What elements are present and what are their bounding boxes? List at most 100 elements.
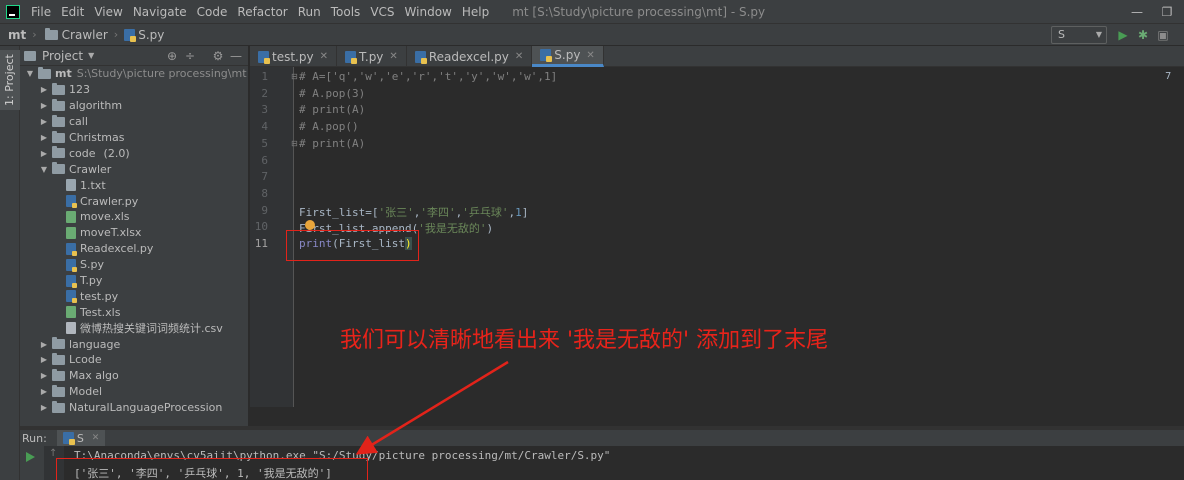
- tree-item[interactable]: ▶ 123: [20, 82, 248, 98]
- menu-code[interactable]: Code: [192, 0, 233, 24]
- editor-tab[interactable]: S.py ✕: [532, 46, 604, 67]
- pycharm-logo-icon: [6, 4, 20, 19]
- tree-item[interactable]: Crawler.py: [20, 193, 248, 209]
- project-panel-title[interactable]: Project: [42, 49, 83, 63]
- tree-item-label: 1.txt: [80, 178, 106, 192]
- tree-item[interactable]: test.py: [20, 288, 248, 304]
- tree-item[interactable]: 1.txt: [20, 177, 248, 193]
- fold-icon[interactable]: ⊟: [291, 72, 298, 81]
- tree-item[interactable]: 微博热搜关键词词频统计.csv: [20, 320, 248, 336]
- tree-item[interactable]: Test.xls: [20, 304, 248, 320]
- menu-run[interactable]: Run: [293, 0, 326, 24]
- debug-icon[interactable]: ✱: [1135, 27, 1151, 43]
- tree-item-label: algorithm: [69, 99, 123, 113]
- collapse-all-icon[interactable]: ÷: [182, 48, 198, 64]
- tree-item[interactable]: ▶ call: [20, 114, 248, 130]
- menu-window[interactable]: Window: [400, 0, 457, 24]
- editor-tab[interactable]: test.py ✕: [250, 46, 337, 67]
- tree-item-label: move.xls: [80, 210, 130, 224]
- fold-icon[interactable]: ⊟: [291, 139, 298, 148]
- chevron-right-icon[interactable]: ▶: [38, 117, 50, 126]
- project-panel-header: Project ▼ ⊕ ÷ ⚙ —: [20, 46, 248, 66]
- run-tab[interactable]: S ✕: [56, 430, 106, 446]
- close-icon[interactable]: ✕: [92, 433, 100, 443]
- close-icon[interactable]: ✕: [515, 51, 523, 62]
- chevron-right-icon[interactable]: ▶: [38, 101, 50, 110]
- tree-item-label: Model: [69, 385, 103, 399]
- chevron-right-icon[interactable]: ▶: [38, 340, 50, 349]
- menu-vcs[interactable]: VCS: [365, 0, 399, 24]
- line-number: 1: [261, 70, 268, 83]
- code-editor[interactable]: 7 # A=['q','w','e','r','t','y','w','w',1…: [291, 67, 1184, 407]
- tree-item[interactable]: ▶ Model: [20, 384, 248, 400]
- tree-item[interactable]: ▶ code (2.0): [20, 145, 248, 161]
- chevron-right-icon[interactable]: ▶: [38, 85, 50, 94]
- menu-tools[interactable]: Tools: [326, 0, 366, 24]
- tree-item[interactable]: ▶ algorithm: [20, 98, 248, 114]
- tree-root[interactable]: ▼ mt S:\Study\picture processing\mt: [20, 66, 248, 82]
- menu-file[interactable]: File: [26, 0, 56, 24]
- close-icon[interactable]: ✕: [320, 51, 328, 62]
- chevron-right-icon[interactable]: ▶: [38, 387, 50, 396]
- tree-item[interactable]: S.py: [20, 257, 248, 273]
- code-line[interactable]: # print(A): [299, 103, 365, 116]
- tree-item[interactable]: moveT.xlsx: [20, 225, 248, 241]
- py-file-icon: [66, 274, 77, 288]
- folder-icon: [44, 27, 58, 40]
- title-bar: File Edit View Navigate Code Refactor Ru…: [0, 0, 1184, 24]
- menu-help[interactable]: Help: [457, 0, 494, 24]
- tree-item[interactable]: ▶ NaturalLanguageProcession: [20, 400, 248, 416]
- editor-tab[interactable]: Readexcel.py ✕: [407, 46, 533, 67]
- menu-navigate[interactable]: Navigate: [128, 0, 192, 24]
- tree-item[interactable]: ▶ Lcode: [20, 352, 248, 368]
- menu-refactor[interactable]: Refactor: [232, 0, 292, 24]
- breadcrumb-folder[interactable]: Crawler: [62, 28, 108, 42]
- code-line[interactable]: # A.pop(3): [299, 87, 365, 100]
- close-icon[interactable]: ✕: [389, 51, 397, 62]
- chevron-down-icon[interactable]: ▼: [88, 51, 94, 60]
- chevron-down-icon[interactable]: ▼: [24, 69, 36, 78]
- tree-item[interactable]: move.xls: [20, 209, 248, 225]
- menu-edit[interactable]: Edit: [56, 0, 89, 24]
- tree-item[interactable]: ▼ Crawler: [20, 161, 248, 177]
- breadcrumb-root[interactable]: mt: [8, 28, 26, 42]
- tree-item-label: 微博热搜关键词词频统计.csv: [80, 322, 223, 336]
- menu-view[interactable]: View: [89, 0, 127, 24]
- tree-item-label: 123: [69, 83, 90, 97]
- code-line[interactable]: # A=['q','w','e','r','t','y','w','w',1]: [299, 70, 557, 83]
- close-icon[interactable]: ✕: [586, 50, 594, 61]
- restore-icon[interactable]: ❐: [1152, 0, 1182, 24]
- chevron-right-icon[interactable]: ▶: [38, 371, 50, 380]
- tree-item[interactable]: ▶ Christmas: [20, 130, 248, 146]
- rerun-icon[interactable]: [26, 452, 35, 462]
- editor-tab[interactable]: T.py ✕: [337, 46, 407, 67]
- run-icon[interactable]: ▶: [1115, 27, 1131, 43]
- tree-item[interactable]: Readexcel.py: [20, 241, 248, 257]
- locate-icon[interactable]: ⊕: [164, 48, 180, 64]
- inspection-count[interactable]: 7: [1165, 71, 1171, 82]
- minimize-icon[interactable]: —: [1122, 0, 1152, 24]
- chevron-right-icon[interactable]: ▶: [38, 403, 50, 412]
- highlight-box-output: [56, 458, 368, 480]
- project-panel: Project ▼ ⊕ ÷ ⚙ — ▼ mt S:\Study\picture …: [20, 46, 248, 426]
- lightbulb-icon[interactable]: [305, 220, 315, 230]
- run-configuration-select[interactable]: S ▼: [1051, 26, 1107, 44]
- python-file-icon: [124, 28, 137, 42]
- code-line[interactable]: # A.pop(): [299, 120, 359, 133]
- tree-item[interactable]: T.py: [20, 273, 248, 289]
- code-line[interactable]: First_list=['张三','李四','乒乓球',1]: [299, 204, 528, 220]
- folder-icon: [52, 82, 65, 95]
- code-line[interactable]: # print(A): [299, 137, 365, 150]
- tree-item[interactable]: ▶ Max algo: [20, 368, 248, 384]
- editor-tab-label: T.py: [358, 49, 384, 64]
- project-tool-tab[interactable]: 1: Project: [0, 50, 20, 110]
- chevron-right-icon[interactable]: ▶: [38, 133, 50, 142]
- breadcrumb-file[interactable]: S.py: [138, 28, 164, 42]
- tree-item[interactable]: ▶ language: [20, 336, 248, 352]
- chevron-right-icon[interactable]: ▶: [38, 355, 50, 364]
- hide-icon[interactable]: —: [228, 48, 244, 64]
- coverage-icon[interactable]: ▣: [1155, 27, 1171, 43]
- chevron-down-icon[interactable]: ▼: [38, 165, 50, 174]
- chevron-right-icon[interactable]: ▶: [38, 149, 50, 158]
- gear-icon[interactable]: ⚙: [210, 48, 226, 64]
